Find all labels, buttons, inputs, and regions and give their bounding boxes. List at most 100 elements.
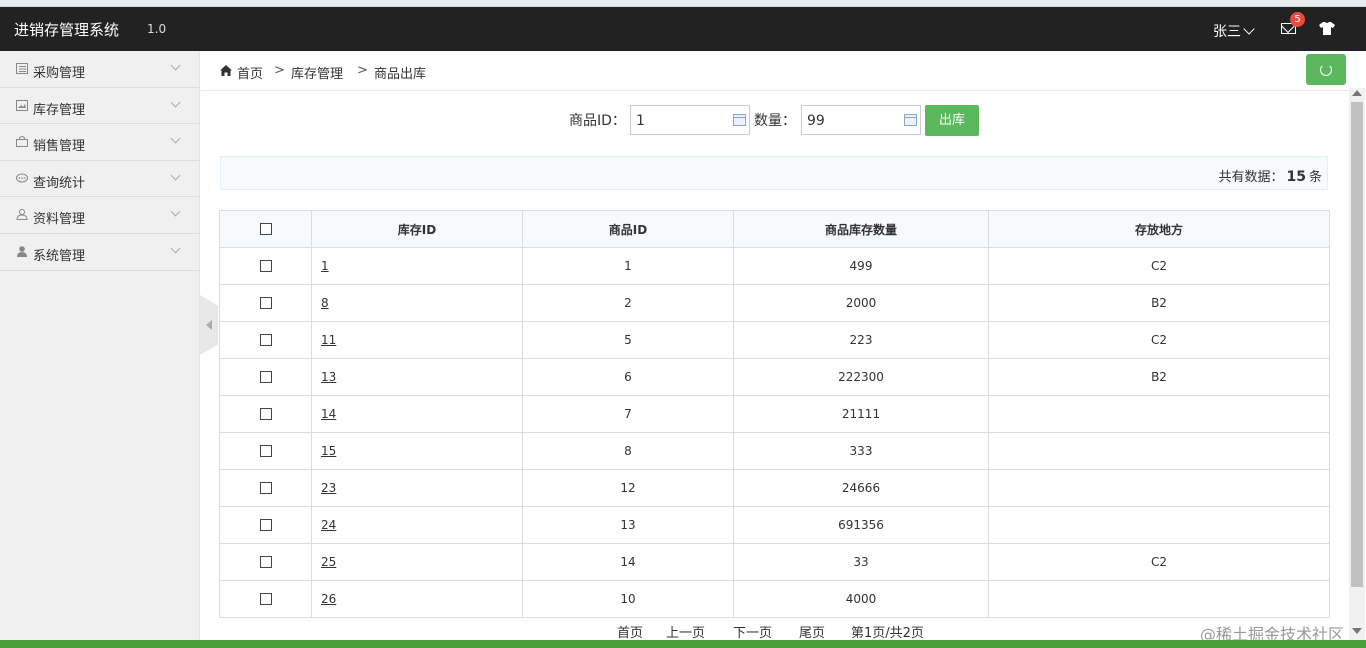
row-checkbox[interactable] <box>259 555 272 568</box>
row-checkbox[interactable] <box>259 370 272 383</box>
total-count: 共有数据： 15 条 <box>1218 166 1322 185</box>
row-checkbox[interactable] <box>259 296 272 309</box>
sidebar: 采购管理 库存管理 销售管理 查询统计 资料管理 系统管理 <box>0 51 200 648</box>
row-checkbox[interactable] <box>259 592 272 605</box>
product-id-cell: 14 <box>522 543 734 581</box>
pager-first[interactable]: 首页 <box>617 622 643 641</box>
quantity-cell: 499 <box>733 247 989 285</box>
pager-last[interactable]: 尾页 <box>799 622 825 641</box>
row-checkbox[interactable] <box>259 518 272 531</box>
table-row: 26 10 4000 <box>219 580 1330 618</box>
sidebar-item-system[interactable]: 系统管理 <box>0 234 199 271</box>
column-header[interactable]: 库存ID <box>311 210 523 248</box>
row-select-cell <box>219 543 312 581</box>
row-select-cell <box>219 358 312 396</box>
stock-id-link[interactable]: 13 <box>321 370 336 384</box>
refresh-button[interactable] <box>1306 54 1346 85</box>
home-icon <box>220 65 232 76</box>
product-id-cell: 1 <box>522 247 734 285</box>
product-id-cell: 10 <box>522 580 734 618</box>
product-id-input[interactable]: 1 <box>630 105 750 135</box>
chat-icon <box>16 173 28 183</box>
sidebar-item-query[interactable]: 查询统计 <box>0 161 199 198</box>
product-id-cell: 7 <box>522 395 734 433</box>
product-id-cell: 6 <box>522 358 734 396</box>
stock-id-link[interactable]: 1 <box>321 259 329 273</box>
select-all-cell <box>219 210 312 248</box>
table-row: 1 1 499 C2 <box>219 247 1330 285</box>
table-row: 25 14 33 C2 <box>219 543 1330 581</box>
sidebar-collapse-handle[interactable] <box>200 295 218 355</box>
user-icon <box>17 246 27 257</box>
pager-next[interactable]: 下一页 <box>733 622 772 641</box>
stock-id-link[interactable]: 24 <box>321 518 336 532</box>
list-icon <box>16 63 28 74</box>
row-checkbox[interactable] <box>259 407 272 420</box>
product-id-label: 商品ID： <box>569 113 626 129</box>
product-id-cell: 2 <box>522 284 734 322</box>
refresh-icon <box>1320 64 1332 76</box>
calendar-icon[interactable] <box>904 114 917 126</box>
stock-id-cell: 23 <box>311 469 523 507</box>
user-menu[interactable]: 张三 <box>1213 21 1255 41</box>
location-cell: C2 <box>988 543 1330 581</box>
summary-bar: 共有数据： 15 条 <box>220 156 1328 190</box>
sidebar-item-purchase[interactable]: 采购管理 <box>0 51 199 88</box>
row-checkbox[interactable] <box>259 259 272 272</box>
breadcrumb-separator: > <box>357 63 368 78</box>
row-select-cell <box>219 506 312 544</box>
breadcrumb-home[interactable]: 首页 <box>237 63 263 82</box>
row-checkbox[interactable] <box>259 481 272 494</box>
user-name: 张三 <box>1213 24 1241 40</box>
breadcrumb-inventory[interactable]: 库存管理 <box>291 63 343 82</box>
vertical-scrollbar[interactable] <box>1349 88 1365 640</box>
stock-id-cell: 25 <box>311 543 523 581</box>
column-header[interactable]: 存放地方 <box>988 210 1330 248</box>
location-cell: C2 <box>988 321 1330 359</box>
stock-id-link[interactable]: 26 <box>321 592 336 606</box>
quantity-cell: 4000 <box>733 580 989 618</box>
calendar-icon[interactable] <box>733 114 746 126</box>
shirt-icon[interactable] <box>1318 21 1336 36</box>
stock-id-link[interactable]: 11 <box>321 333 336 347</box>
chevron-down-icon <box>170 60 181 71</box>
column-header[interactable]: 商品库存数量 <box>733 210 989 248</box>
stock-id-cell: 26 <box>311 580 523 618</box>
row-select-cell <box>219 321 312 359</box>
browser-bookmark-strip <box>0 0 1366 7</box>
stock-id-link[interactable]: 25 <box>321 555 336 569</box>
table-row: 8 2 2000 B2 <box>219 284 1330 322</box>
scrollbar-thumb[interactable] <box>1351 102 1363 587</box>
sidebar-item-sales[interactable]: 销售管理 <box>0 124 199 161</box>
stock-id-cell: 1 <box>311 247 523 285</box>
sidebar-item-inventory[interactable]: 库存管理 <box>0 88 199 125</box>
row-checkbox[interactable] <box>259 444 272 457</box>
mail-badge: 5 <box>1290 12 1305 27</box>
stock-id-cell: 15 <box>311 432 523 470</box>
os-taskbar <box>0 640 1366 648</box>
row-checkbox[interactable] <box>259 333 272 346</box>
product-id-cell: 5 <box>522 321 734 359</box>
scroll-up-arrow-icon[interactable] <box>1352 90 1362 96</box>
row-select-cell <box>219 247 312 285</box>
quantity-input[interactable]: 99 <box>801 105 921 135</box>
quantity-cell: 223 <box>733 321 989 359</box>
stock-id-link[interactable]: 14 <box>321 407 336 421</box>
table-row: 14 7 21111 <box>219 395 1330 433</box>
total-number: 15 <box>1286 169 1306 185</box>
breadcrumb-separator: > <box>274 63 285 78</box>
sidebar-item-data[interactable]: 资料管理 <box>0 197 199 234</box>
stock-id-link[interactable]: 23 <box>321 481 336 495</box>
select-all-checkbox[interactable] <box>259 222 272 235</box>
chevron-down-icon <box>1243 23 1255 35</box>
row-select-cell <box>219 469 312 507</box>
image-icon <box>16 99 28 111</box>
stock-id-link[interactable]: 15 <box>321 444 336 458</box>
column-header[interactable]: 商品ID <box>522 210 734 248</box>
scroll-down-arrow-icon[interactable] <box>1352 628 1362 634</box>
stock-id-link[interactable]: 8 <box>321 296 329 310</box>
table-row: 11 5 223 C2 <box>219 321 1330 359</box>
pager-prev[interactable]: 上一页 <box>666 622 705 641</box>
stock-out-button[interactable]: 出库 <box>925 105 979 136</box>
quantity-cell: 333 <box>733 432 989 470</box>
